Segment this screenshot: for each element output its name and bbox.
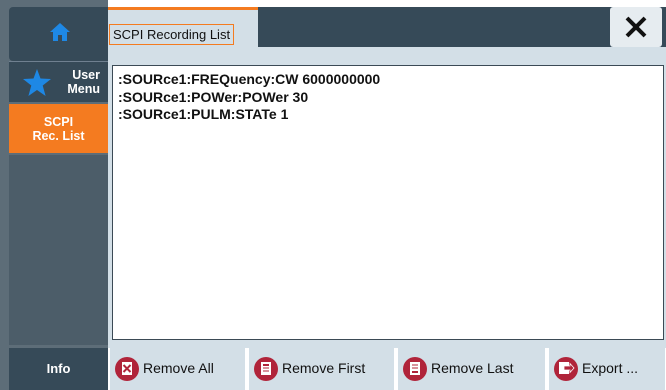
home-button[interactable] (9, 7, 108, 61)
remove-all-button[interactable]: Remove All (110, 348, 246, 390)
user-menu-label-line2: Menu (67, 82, 100, 96)
remove-first-icon (254, 357, 278, 381)
sidebar: User Menu SCPI Rec. List Info (0, 0, 108, 390)
export-label: Export ... (582, 360, 639, 376)
home-icon (50, 23, 70, 41)
star-icon (23, 69, 51, 96)
close-icon (625, 16, 647, 38)
remove-all-icon (115, 357, 139, 381)
user-menu-label-line1: User (72, 68, 100, 82)
scpi-rec-list-button[interactable]: SCPI Rec. List (9, 104, 108, 153)
remove-first-button[interactable]: Remove First (249, 348, 395, 390)
tab-label: SCPI Recording List (109, 24, 235, 45)
dialog-header: SCPI Recording List (108, 7, 666, 47)
list-item[interactable]: :SOURce1:FREQuency:CW 6000000000 (118, 71, 658, 89)
remove-all-label: Remove All (143, 360, 214, 376)
tab-scpi-recording-list[interactable]: SCPI Recording List (108, 7, 258, 47)
remove-first-label: Remove First (282, 360, 366, 376)
export-icon (554, 357, 578, 381)
list-item[interactable]: :SOURce1:POWer:POWer 30 (118, 89, 658, 107)
export-button[interactable]: Export ... (549, 348, 666, 390)
user-menu-button[interactable]: User Menu (9, 61, 108, 102)
scpi-label-line2: Rec. List (32, 129, 85, 143)
remove-last-label: Remove Last (431, 360, 514, 376)
scpi-label-line1: SCPI (43, 115, 74, 129)
remove-last-icon (403, 357, 427, 381)
list-item[interactable]: :SOURce1:PULM:STATe 1 (118, 106, 658, 124)
scpi-command-list[interactable]: :SOURce1:FREQuency:CW 6000000000 :SOURce… (112, 65, 664, 340)
close-button[interactable] (610, 7, 662, 47)
sidebar-empty-area (9, 155, 108, 345)
remove-last-button[interactable]: Remove Last (398, 348, 546, 390)
info-button[interactable]: Info (9, 348, 108, 390)
